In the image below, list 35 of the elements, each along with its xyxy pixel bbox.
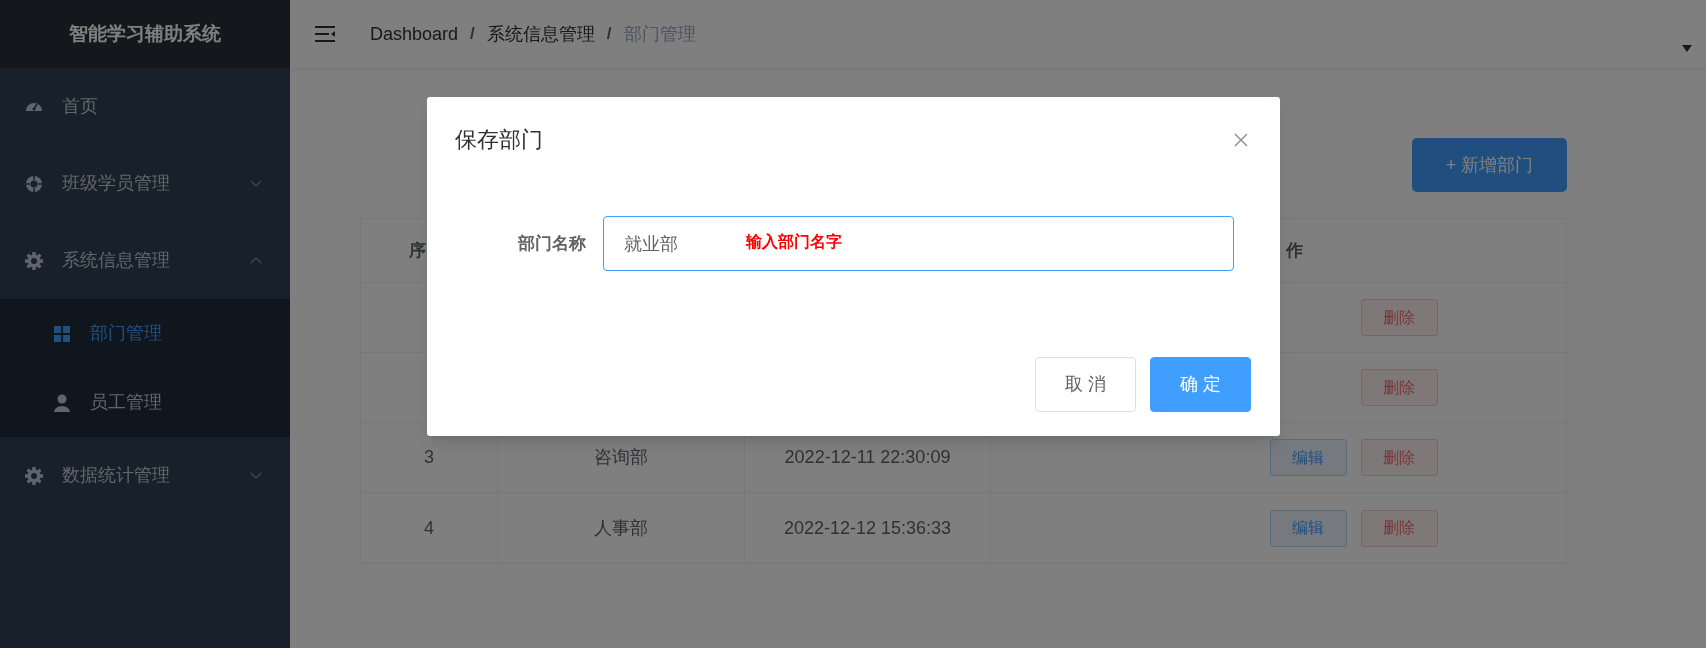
breadcrumb-item[interactable]: Dashboard xyxy=(370,20,459,48)
add-department-button[interactable]: + 新增部门 xyxy=(1412,138,1567,192)
delete-button[interactable]: 删除 xyxy=(1360,299,1438,336)
breadcrumb-item[interactable]: 系统信息管理 xyxy=(486,20,595,48)
dialog-title: 保存部门 xyxy=(455,126,543,154)
column-header: 作 xyxy=(1284,239,1304,262)
edit-button[interactable]: 编辑 xyxy=(1269,439,1347,476)
breadcrumb-separator: / xyxy=(606,23,612,46)
submenu-item[interactable]: 员工管理 xyxy=(0,368,290,437)
table-cell-text: 2022-12-12 15:36:33 xyxy=(783,516,952,540)
cancel-button[interactable]: 取 消 xyxy=(1035,357,1136,412)
menu-icon[interactable] xyxy=(314,24,336,44)
user-icon xyxy=(52,392,72,413)
grid-icon xyxy=(52,323,72,344)
table-cell-text: 4 xyxy=(424,516,434,540)
caret-down-icon[interactable] xyxy=(1682,45,1692,52)
annotation-text: 输入部门名字 xyxy=(746,232,842,252)
table-cell-text: 2022-12-11 22:30:09 xyxy=(784,446,951,469)
gear-icon xyxy=(24,465,44,486)
breadcrumb-separator: / xyxy=(470,23,475,46)
close-icon[interactable] xyxy=(1234,132,1248,147)
table-cell-text: 咨询部 xyxy=(594,446,648,469)
column-header: 序 xyxy=(408,239,427,262)
edit-button[interactable]: 编辑 xyxy=(1269,509,1347,547)
table-cell-text: 3 xyxy=(424,446,434,469)
delete-button[interactable]: 删除 xyxy=(1360,369,1438,406)
lifebuoy-icon xyxy=(24,173,44,194)
gear-icon xyxy=(24,250,44,271)
submenu-item[interactable]: 部门管理 xyxy=(0,299,290,368)
delete-button[interactable]: 删除 xyxy=(1360,509,1438,547)
app-title: 智能学习辅助系统 xyxy=(69,21,221,46)
confirm-button[interactable]: 确 定 xyxy=(1150,357,1251,412)
table-cell-text: 人事部 xyxy=(594,516,648,540)
field-label: 部门名称 xyxy=(517,232,587,255)
delete-button[interactable]: 删除 xyxy=(1360,439,1438,476)
